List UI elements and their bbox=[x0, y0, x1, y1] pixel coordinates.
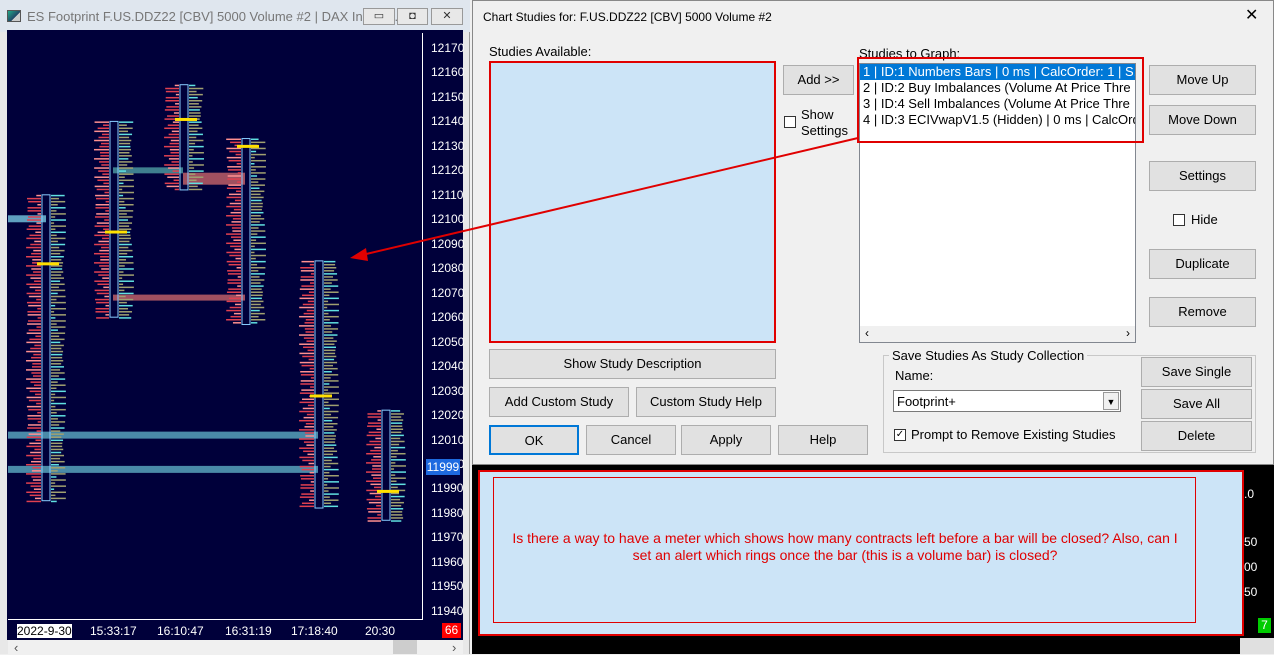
price-tick: 12170 bbox=[431, 41, 465, 55]
dialog-close-icon[interactable]: ✕ bbox=[1245, 5, 1258, 25]
scroll-thumb[interactable] bbox=[393, 640, 417, 654]
bg-price-label: .0 bbox=[1244, 487, 1255, 501]
price-tick: 11990 bbox=[431, 481, 464, 496]
add-custom-study-button[interactable]: Add Custom Study bbox=[489, 387, 629, 417]
time-tick: 20:30 bbox=[365, 624, 396, 638]
apply-button[interactable]: Apply bbox=[681, 425, 771, 455]
price-tick: 12110 bbox=[431, 187, 464, 202]
current-price-label: 11999 bbox=[426, 459, 460, 475]
delete-button[interactable]: Delete bbox=[1141, 421, 1252, 451]
price-tick: 12120 bbox=[431, 163, 465, 178]
price-tick: 11960 bbox=[431, 554, 464, 569]
duplicate-button[interactable]: Duplicate bbox=[1149, 249, 1256, 279]
price-tick: 11940 bbox=[431, 603, 464, 618]
dialog-title: Chart Studies for: F.US.DDZ22 [CBV] 5000… bbox=[483, 10, 772, 24]
cancel-button[interactable]: Cancel bbox=[586, 425, 676, 455]
price-tick: 12100 bbox=[431, 212, 465, 227]
scroll-left-icon[interactable]: ‹ bbox=[14, 640, 18, 655]
prompt-remove-checkbox[interactable]: ✓ bbox=[894, 429, 906, 441]
settings-button[interactable]: Settings bbox=[1149, 161, 1256, 191]
price-tick: 11980 bbox=[431, 505, 464, 520]
show-settings-label: Show Settings bbox=[801, 107, 848, 138]
collection-name-value: Footprint+ bbox=[897, 394, 956, 409]
hide-checkbox[interactable] bbox=[1173, 214, 1185, 226]
scroll-left-icon[interactable]: ‹ bbox=[865, 326, 869, 340]
collection-name-select[interactable]: Footprint+ ▼ bbox=[893, 390, 1121, 412]
price-tick: 11950 bbox=[431, 579, 464, 594]
ok-button[interactable]: OK bbox=[489, 425, 579, 455]
bg-price-label: 50 bbox=[1244, 585, 1258, 599]
bg-price-label: 00 bbox=[1244, 560, 1258, 574]
question-text: Is there a way to have a meter which sho… bbox=[512, 530, 1178, 563]
price-tick: 12160 bbox=[431, 65, 465, 80]
time-tick: 16:10:47 bbox=[157, 624, 204, 638]
custom-study-help-button[interactable]: Custom Study Help bbox=[636, 387, 776, 417]
save-collection-label: Save Studies As Study Collection bbox=[889, 348, 1088, 363]
price-tick: 12040 bbox=[431, 359, 465, 374]
prompt-remove-label: Prompt to Remove Existing Studies bbox=[911, 427, 1116, 442]
time-tick: 16:31:19 bbox=[225, 624, 272, 638]
price-tick: 12050 bbox=[431, 334, 465, 349]
horizontal-scrollbar[interactable]: ‹ › bbox=[8, 640, 463, 655]
show-settings-checkbox[interactable] bbox=[784, 116, 796, 128]
scroll-right-icon[interactable]: › bbox=[1126, 326, 1130, 340]
name-label: Name: bbox=[895, 368, 934, 383]
list-hscrollbar[interactable]: ‹ › bbox=[860, 326, 1135, 342]
plot-frame bbox=[8, 33, 423, 620]
move-up-button[interactable]: Move Up bbox=[1149, 65, 1256, 95]
save-single-button[interactable]: Save Single bbox=[1141, 357, 1252, 387]
scroll-right-icon[interactable]: › bbox=[452, 640, 456, 655]
price-tick: 12130 bbox=[431, 138, 465, 153]
price-tick: 12140 bbox=[431, 114, 465, 129]
studies-available-list[interactable] bbox=[489, 61, 776, 343]
remove-button[interactable]: Remove bbox=[1149, 297, 1256, 327]
bg-price-label: 50 bbox=[1244, 535, 1258, 549]
time-tick: 2022-9-30 bbox=[17, 624, 72, 638]
add-button[interactable]: Add >> bbox=[783, 65, 854, 95]
price-tick: 12030 bbox=[431, 383, 465, 398]
hide-label: Hide bbox=[1191, 212, 1218, 227]
highlight-box bbox=[857, 57, 1144, 143]
price-tick: 12020 bbox=[431, 408, 465, 423]
price-tick: 12080 bbox=[431, 261, 465, 276]
show-study-description-button[interactable]: Show Study Description bbox=[489, 349, 776, 379]
bar-countdown: 66 bbox=[442, 623, 461, 638]
move-down-button[interactable]: Move Down bbox=[1149, 105, 1256, 135]
save-all-button[interactable]: Save All bbox=[1141, 389, 1252, 419]
price-tick: 12090 bbox=[431, 236, 465, 251]
studies-available-label: Studies Available: bbox=[489, 44, 592, 59]
price-tick: 12010 bbox=[431, 432, 465, 447]
price-tick: 11970 bbox=[431, 530, 464, 545]
chart-window: ES Footprint F.US.DDZ22 [CBV] 5000 Volum… bbox=[0, 0, 470, 655]
bg-counter: 7 bbox=[1258, 618, 1271, 633]
price-tick: 12070 bbox=[431, 285, 465, 300]
price-tick: 12060 bbox=[431, 310, 465, 325]
chart-studies-dialog: Chart Studies for: F.US.DDZ22 [CBV] 5000… bbox=[472, 0, 1274, 465]
time-tick: 15:33:17 bbox=[90, 624, 137, 638]
bg-scrollbar[interactable] bbox=[1240, 638, 1274, 654]
help-button[interactable]: Help bbox=[778, 425, 868, 455]
time-tick: 17:18:40 bbox=[291, 624, 338, 638]
price-tick: 12150 bbox=[431, 89, 465, 104]
chevron-down-icon[interactable]: ▼ bbox=[1103, 392, 1119, 410]
